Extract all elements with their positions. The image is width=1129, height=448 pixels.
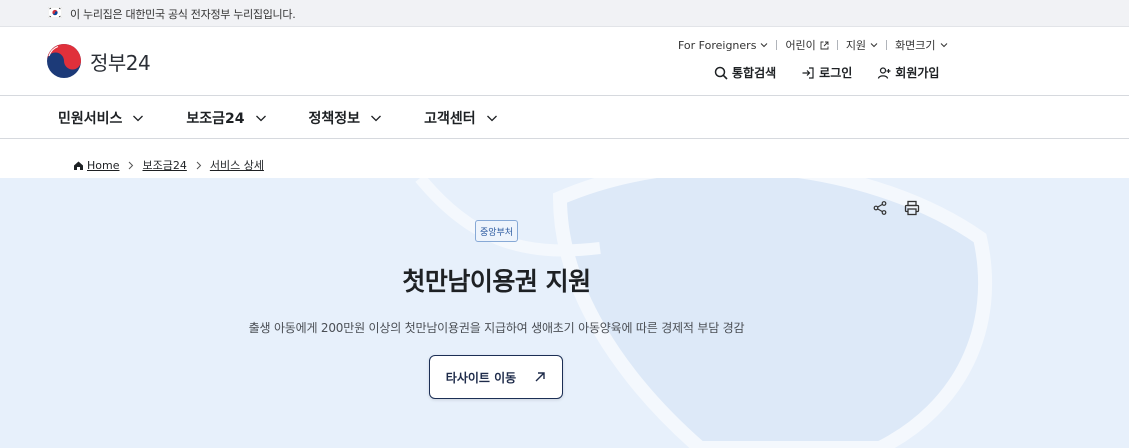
nav-item-civil-service[interactable]: 민원서비스	[58, 108, 144, 128]
external-link-icon	[820, 41, 829, 49]
for-foreigners-label: For Foreigners	[678, 38, 757, 52]
chevron-down-icon	[371, 115, 382, 122]
share-icon[interactable]	[872, 200, 888, 216]
gov-banner: 이 누리집은 대한민국 공식 전자정부 누리집입니다.	[0, 0, 1129, 27]
integrated-search-button[interactable]: 통합검색	[714, 64, 776, 81]
screen-size-label: 화면크기	[895, 39, 936, 52]
signup-button[interactable]: 회원가입	[877, 64, 939, 81]
chevron-down-icon	[486, 115, 497, 122]
login-button[interactable]: 로그인	[801, 64, 852, 81]
support-label: 지원	[845, 39, 867, 52]
nav-item-subsidy24[interactable]: 보조금24	[186, 108, 266, 128]
screen-size-link[interactable]: 화면크기	[895, 37, 947, 53]
breadcrumb-subsidy[interactable]: 보조금24	[142, 157, 186, 173]
chevron-down-icon	[940, 43, 947, 48]
divider	[776, 40, 778, 50]
background-decoration	[415, 178, 993, 448]
nav-item-customer-center[interactable]: 고객센터	[424, 108, 498, 128]
chevron-down-icon	[870, 43, 878, 48]
site-header: 정부24 For Foreigners 어린이 지원 화면크기 통합검색 로그인…	[0, 27, 1129, 96]
utility-links: For Foreigners 어린이 지원 화면크기	[678, 38, 948, 52]
logo-text: 정부24	[90, 50, 151, 75]
support-link[interactable]: 지원	[846, 37, 878, 53]
search-icon	[714, 66, 728, 80]
gov-banner-text: 이 누리집은 대한민국 공식 전자정부 누리집입니다.	[70, 8, 296, 21]
chevron-down-icon	[255, 115, 266, 122]
nav-label: 정책정보	[308, 111, 361, 127]
service-description: 출생 아동에게 200만원 이상의 첫만남이용권을 지급하여 생애초기 아동양육…	[248, 321, 745, 335]
nav-label: 고객센터	[424, 111, 476, 127]
print-icon[interactable]	[904, 200, 920, 216]
breadcrumb-home[interactable]: Home	[87, 159, 119, 172]
nav-label: 민원서비스	[58, 111, 123, 127]
divider	[886, 40, 888, 50]
nav-label: 보조금24	[186, 111, 245, 127]
user-add-icon	[878, 66, 891, 79]
main-nav: 민원서비스 보조금24 정책정보 고객센터	[0, 96, 1129, 139]
for-foreigners-link[interactable]: For Foreigners	[678, 39, 768, 52]
kids-label: 어린이	[785, 39, 816, 52]
korean-flag-icon	[48, 7, 62, 18]
nav-item-policy-info[interactable]: 정책정보	[309, 108, 383, 128]
chevron-down-icon	[761, 43, 768, 48]
login-icon	[802, 66, 814, 79]
hero-tools	[872, 200, 936, 216]
chevron-right-icon	[196, 161, 202, 169]
login-label: 로그인	[819, 66, 853, 80]
external-site-label: 타사이트 이동	[445, 370, 517, 385]
breadcrumb-current[interactable]: 서비스 상세	[210, 157, 264, 173]
breadcrumb: Home 보조금24 서비스 상세	[73, 157, 264, 173]
site-logo[interactable]: 정부24	[46, 43, 151, 79]
arrow-up-right-icon	[535, 372, 545, 382]
service-title: 첫만남이용권 지원	[402, 267, 591, 296]
header-actions: 통합검색 로그인 회원가입	[714, 64, 939, 81]
gov-emblem-icon	[47, 44, 81, 78]
chevron-right-icon	[129, 161, 134, 169]
ministry-badge: 중앙부처	[475, 220, 518, 242]
external-site-button[interactable]: 타사이트 이동	[429, 355, 563, 399]
kids-link[interactable]: 어린이	[785, 37, 829, 53]
search-label: 통합검색	[732, 66, 777, 80]
signup-label: 회원가입	[895, 66, 940, 80]
service-hero: 중앙부처 첫만남이용권 지원 출생 아동에게 200만원 이상의 첫만남이용권을…	[0, 178, 1129, 448]
divider	[836, 40, 838, 50]
chevron-down-icon	[133, 115, 144, 122]
home-icon	[74, 161, 83, 170]
